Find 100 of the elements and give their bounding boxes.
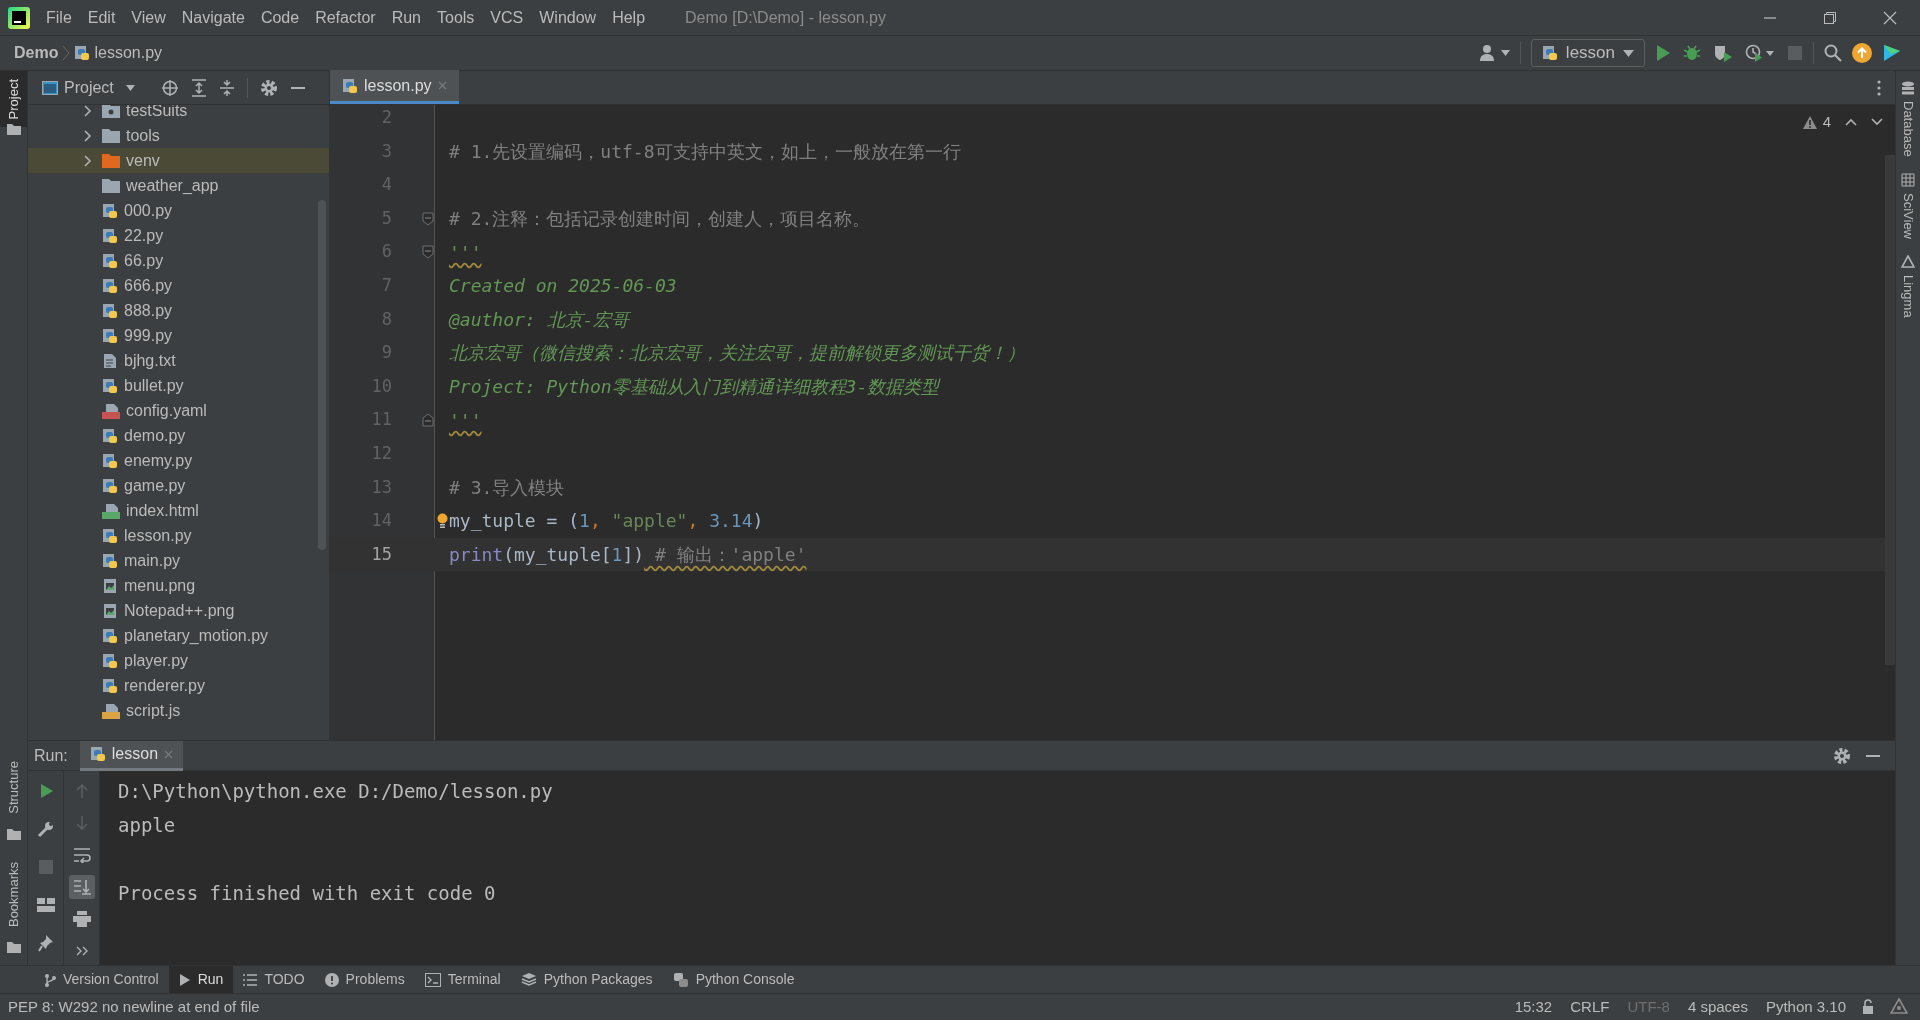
triangle-icon[interactable]: [1901, 254, 1915, 269]
tree-item[interactable]: Notepad++.png: [28, 598, 329, 623]
restore-icon[interactable]: [1823, 10, 1837, 25]
caret-icon[interactable]: [125, 84, 135, 91]
settings-icon[interactable]: [259, 78, 278, 97]
previous-highlight-icon[interactable]: [1845, 118, 1857, 127]
tree-item[interactable]: game.py: [28, 473, 329, 498]
menu-item[interactable]: Navigate: [173, 5, 253, 30]
chevron-icon[interactable]: [84, 129, 92, 142]
locate-icon[interactable]: [160, 78, 179, 97]
tree-item[interactable]: 888.py: [28, 298, 329, 323]
python-icon: [672, 971, 689, 988]
menu-item[interactable]: Run: [383, 5, 429, 30]
tree-item[interactable]: weather_app: [28, 173, 329, 198]
tree-item[interactable]: renderer.py: [28, 673, 329, 698]
menu-item[interactable]: VCS: [482, 5, 532, 30]
tool-window-tab[interactable]: Bookmarks: [0, 853, 27, 935]
menu-item[interactable]: Window: [531, 5, 605, 30]
close-icon[interactable]: [1883, 10, 1897, 25]
profiler-icon[interactable]: [1745, 44, 1775, 62]
warning-count[interactable]: 4: [1822, 111, 1831, 134]
tree-item[interactable]: index.html: [28, 498, 329, 523]
tree-item[interactable]: enemy.py: [28, 448, 329, 473]
wrench-icon: [36, 820, 55, 838]
tree-item[interactable]: 22.py: [28, 223, 329, 248]
tree-item[interactable]: planetary_motion.py: [28, 623, 329, 648]
status-item[interactable]: Python 3.10: [1765, 995, 1846, 1019]
tool-window-button[interactable]: Version Control: [34, 965, 169, 994]
tool-window-tab[interactable]: Project: [0, 71, 27, 128]
tree-item[interactable]: venv: [28, 148, 329, 173]
menu-item[interactable]: File: [38, 5, 80, 30]
chevron-icon[interactable]: [84, 105, 92, 117]
tool-window-tab[interactable]: Lingma: [1898, 274, 1918, 318]
run-configuration-dropdown[interactable]: lesson: [1530, 39, 1645, 67]
breadcrumb-item[interactable]: Demo: [14, 41, 59, 65]
tree-item[interactable]: main.py: [28, 548, 329, 573]
database-icon[interactable]: [1901, 81, 1915, 95]
menu-item[interactable]: Code: [252, 5, 308, 30]
status-item[interactable]: 15:32: [1514, 995, 1553, 1019]
tool-window-tab[interactable]: SciView: [1898, 192, 1918, 239]
chevron-icon[interactable]: [84, 154, 92, 167]
menu-item[interactable]: Help: [604, 5, 654, 30]
menu-item[interactable]: Edit: [79, 5, 124, 30]
run-panel-title: Run:: [34, 745, 68, 766]
tree-item[interactable]: tools: [28, 123, 329, 148]
tree-item[interactable]: menu.png: [28, 573, 329, 598]
next-highlight-icon[interactable]: [1871, 118, 1883, 127]
tool-window-button[interactable]: Terminal: [414, 965, 511, 994]
code-line: my_tuple = (1, "apple", 3.14): [449, 509, 764, 534]
expand-all-icon[interactable]: [190, 78, 207, 97]
coverage-icon[interactable]: [1713, 44, 1733, 62]
tree-item[interactable]: demo.py: [28, 423, 329, 448]
tool-window-button[interactable]: Python Packages: [510, 965, 663, 994]
tree-item[interactable]: bjhg.txt: [28, 348, 329, 373]
project-view-dropdown[interactable]: Project: [64, 75, 114, 100]
status-item[interactable]: 4 spaces: [1687, 995, 1748, 1019]
tree-item[interactable]: script.js: [28, 698, 329, 723]
tool-window-button[interactable]: Problems: [314, 965, 415, 994]
assistant-icon[interactable]: [1882, 43, 1902, 63]
tool-window-button[interactable]: Python Console: [662, 965, 805, 994]
scroll-to-end-button[interactable]: [68, 875, 95, 899]
tool-window-button[interactable]: Run: [168, 965, 234, 994]
tree-item[interactable]: player.py: [28, 648, 329, 673]
tree-item[interactable]: 000.py: [28, 198, 329, 223]
status-item[interactable]: CRLF: [1570, 995, 1610, 1019]
collapse-all-icon[interactable]: [218, 78, 235, 97]
run-icon[interactable]: [1655, 44, 1671, 62]
tool-window-tab[interactable]: Database: [1898, 101, 1918, 157]
run-tab[interactable]: lesson: [79, 740, 184, 771]
python-file-icon: [102, 277, 118, 294]
search-icon[interactable]: [1824, 44, 1842, 62]
tree-item[interactable]: config.yaml: [28, 398, 329, 423]
update-icon[interactable]: [1852, 43, 1872, 63]
printer-icon: [72, 911, 91, 927]
tree-item[interactable]: 66.py: [28, 248, 329, 273]
tree-item[interactable]: 999.py: [28, 323, 329, 348]
tree-item[interactable]: 666.py: [28, 273, 329, 298]
editor-tab[interactable]: lesson.py: [330, 70, 459, 104]
tool-window-button[interactable]: TODO: [233, 965, 315, 994]
exit-message: Process finished with exit code 0: [118, 880, 497, 906]
more-options-icon[interactable]: [1877, 79, 1881, 96]
menu-item[interactable]: Refactor: [307, 5, 384, 30]
python-file-icon: [89, 746, 106, 762]
breadcrumb-item[interactable]: lesson.py: [94, 41, 163, 65]
folder-icon: [102, 178, 120, 193]
menu-item[interactable]: View: [123, 5, 174, 30]
settings-icon[interactable]: [1833, 746, 1851, 765]
bug-icon[interactable]: [1683, 44, 1701, 62]
tree-item[interactable]: bullet.py: [28, 373, 329, 398]
menu-item[interactable]: Tools: [429, 5, 483, 30]
grid-icon[interactable]: [1901, 172, 1915, 187]
lightbulb-icon[interactable]: [436, 512, 448, 529]
chevron-icon: [62, 45, 71, 61]
caret-icon[interactable]: [1500, 50, 1510, 56]
assistant-status-icon[interactable]: [1890, 998, 1908, 1016]
lock-icon[interactable]: [1862, 999, 1876, 1015]
code-line: 北京宏哥（微信搜索：北京宏哥，关注宏哥，提前解锁更多测试干货！）: [449, 341, 1025, 366]
tree-item[interactable]: lesson.py: [28, 523, 329, 548]
tool-window-tab[interactable]: Structure: [0, 753, 27, 822]
warning-icon[interactable]: [1802, 115, 1817, 129]
